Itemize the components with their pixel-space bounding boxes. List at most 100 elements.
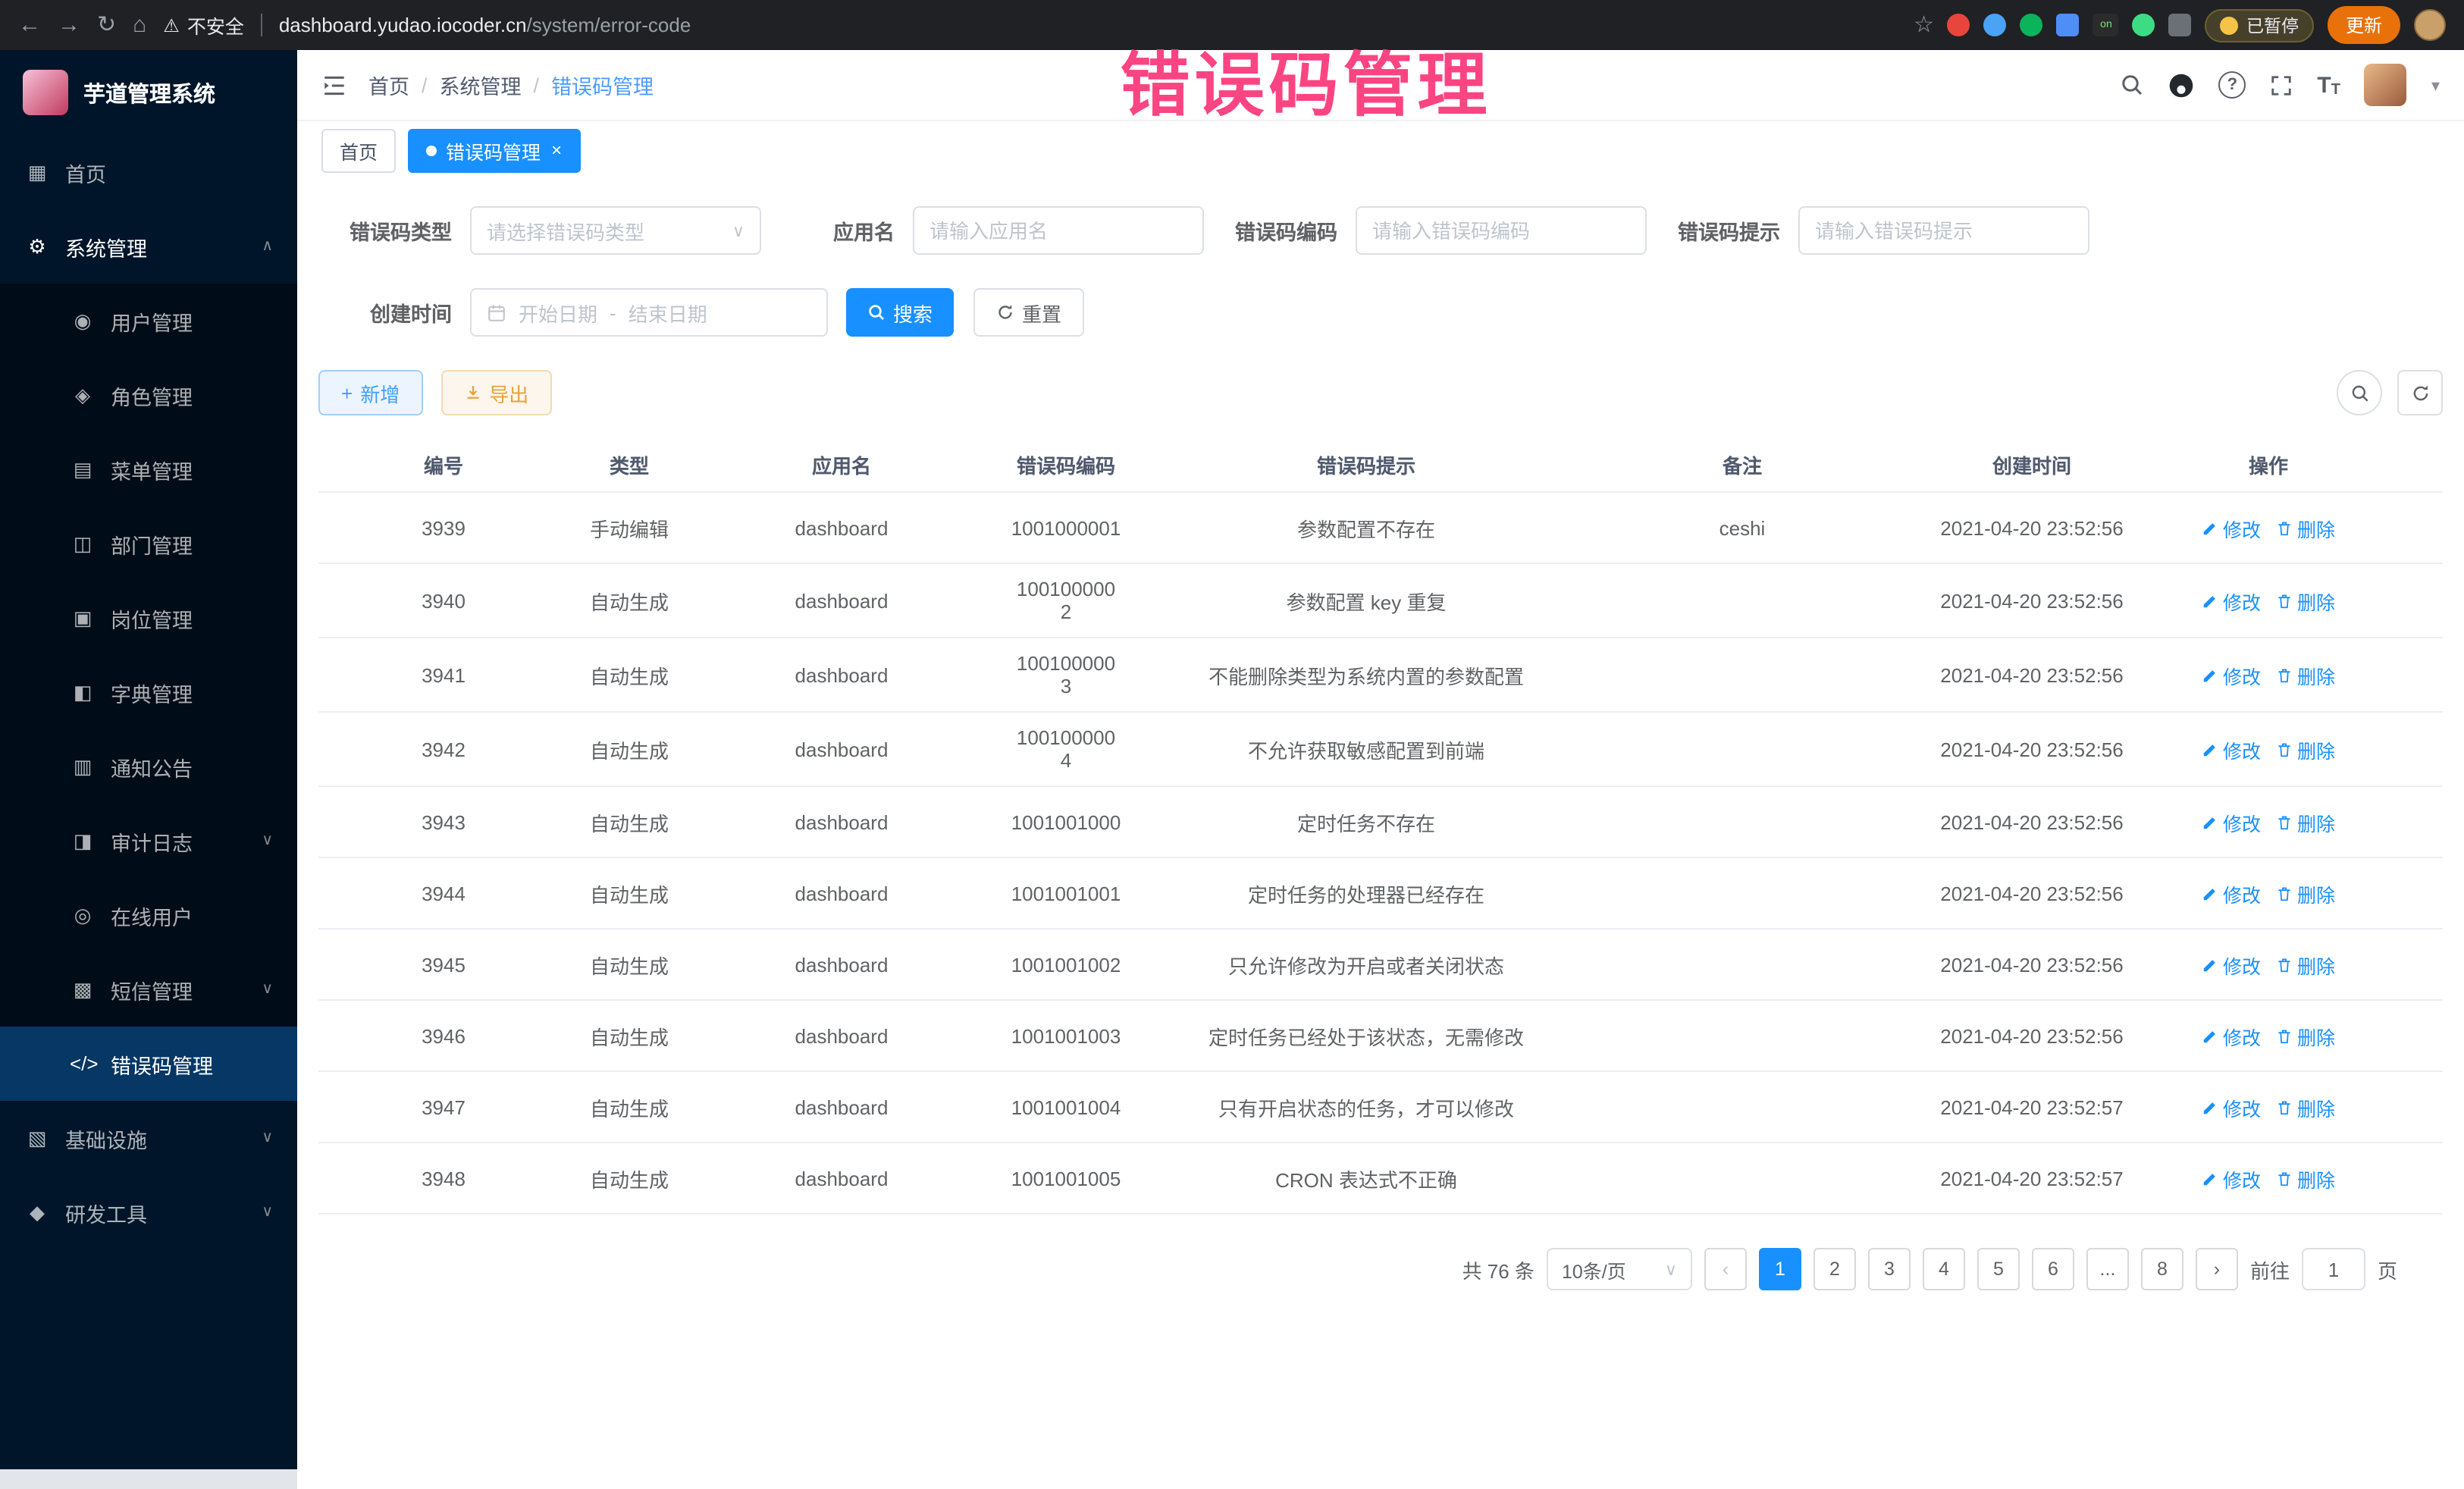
cell-time: 2021-04-20 23:52:56 — [1891, 724, 2173, 774]
table-row: 3939 手动编辑 dashboard 1001000001 参数配置不存在 c… — [318, 493, 2443, 564]
page-button[interactable]: 8 — [2141, 1248, 2183, 1290]
edit-link[interactable]: 修改 — [2202, 735, 2261, 763]
help-icon[interactable]: ? — [2218, 71, 2246, 99]
sidebar-item-posts[interactable]: ▣ 岗位管理 — [0, 581, 297, 655]
extension-icon-on[interactable]: on — [2093, 14, 2119, 36]
edit-link[interactable]: 修改 — [2202, 660, 2261, 689]
cell-id: 3943 — [318, 797, 569, 847]
sidebar-item-online-users[interactable]: ◎ 在线用户 — [0, 878, 297, 952]
refresh-icon[interactable] — [2397, 370, 2443, 415]
role-icon: ◈ — [70, 383, 96, 407]
col-actions: 操作 — [2173, 450, 2364, 478]
edit-link[interactable]: 修改 — [2202, 1092, 2261, 1121]
browser-profile-avatar[interactable] — [2414, 9, 2446, 41]
extension-icon-red[interactable] — [1948, 14, 1970, 36]
sidebar-item-home[interactable]: ▦ 首页 — [0, 135, 297, 209]
cell-type: 自动生成 — [569, 865, 690, 921]
date-range-picker[interactable]: 开始日期 - 结束日期 — [470, 288, 828, 337]
extension-icon-blue-grid[interactable] — [2057, 14, 2080, 36]
search-icon[interactable] — [2120, 73, 2144, 97]
app-logo[interactable]: 芋道管理系统 — [0, 50, 297, 135]
reset-button[interactable]: 重置 — [973, 288, 1084, 337]
extensions-puzzle-icon[interactable] — [2169, 14, 2192, 36]
prev-page-button[interactable]: ‹ — [1704, 1248, 1747, 1290]
export-button[interactable]: 导出 — [440, 370, 551, 415]
page-button[interactable]: 5 — [1977, 1248, 2020, 1290]
page-button[interactable]: 4 — [1923, 1248, 1965, 1290]
tab-error-code-management[interactable]: 错误码管理 × — [408, 128, 580, 172]
delete-link[interactable]: 删除 — [2276, 1021, 2335, 1050]
sidebar-collapse-bar[interactable] — [0, 1469, 297, 1489]
sidebar-item-notices[interactable]: ▥ 通知公告 — [0, 729, 297, 804]
bookmark-star-icon[interactable]: ☆ — [1914, 14, 1934, 36]
extension-icon-blue[interactable] — [1984, 14, 2007, 36]
breadcrumb-system[interactable]: 系统管理 — [440, 70, 522, 100]
fullscreen-icon[interactable] — [2270, 74, 2293, 96]
search-button[interactable]: 搜索 — [846, 288, 954, 337]
sidebar-item-sms[interactable]: ▩ 短信管理 ∨ — [0, 952, 297, 1027]
error-msg-input[interactable] — [1798, 206, 2089, 255]
sidebar-item-devtools[interactable]: ◆ 研发工具 ∨ — [0, 1175, 297, 1249]
delete-link[interactable]: 删除 — [2276, 950, 2335, 979]
breadcrumb-home[interactable]: 首页 — [368, 70, 409, 100]
app-name-input[interactable] — [913, 206, 1204, 255]
github-icon[interactable] — [2168, 72, 2194, 98]
sidebar-item-system[interactable]: ⚙ 系统管理 ∧ — [0, 209, 297, 284]
page-button[interactable]: 3 — [1868, 1248, 1911, 1290]
page-button[interactable]: 1 — [1759, 1248, 1801, 1290]
error-type-select[interactable]: 请选择错误码类型 ∨ — [470, 206, 761, 255]
sidebar-item-audit-logs[interactable]: ◨ 审计日志 ∨ — [0, 804, 297, 878]
delete-link[interactable]: 删除 — [2276, 660, 2335, 689]
edit-link[interactable]: 修改 — [2202, 807, 2261, 836]
sidebar-item-menus[interactable]: ▤ 菜单管理 — [0, 432, 297, 506]
delete-link[interactable]: 删除 — [2276, 513, 2335, 542]
security-indicator[interactable]: ⚠ 不安全 — [163, 11, 244, 39]
extension-icon-green[interactable] — [2133, 14, 2155, 36]
sidebar-item-departments[interactable]: ◫ 部门管理 — [0, 506, 297, 581]
page-button[interactable]: ... — [2086, 1248, 2129, 1290]
page-button[interactable]: 6 — [2032, 1248, 2074, 1290]
paused-badge[interactable]: 已暂停 — [2205, 8, 2314, 42]
cell-actions: 修改 删除 — [2173, 936, 2364, 992]
next-page-button[interactable]: › — [2196, 1248, 2238, 1290]
chevron-down-icon[interactable]: ▾ — [2431, 75, 2440, 95]
error-code-input[interactable] — [1356, 206, 1647, 255]
warning-icon: ⚠ — [163, 14, 180, 36]
sidebar-item-error-codes[interactable]: </> 错误码管理 — [0, 1027, 297, 1101]
delete-link[interactable]: 删除 — [2276, 735, 2335, 763]
delete-link[interactable]: 删除 — [2276, 586, 2335, 615]
delete-link[interactable]: 删除 — [2276, 879, 2335, 908]
delete-link[interactable]: 删除 — [2276, 807, 2335, 836]
extension-icon-green-check[interactable] — [2020, 14, 2043, 36]
edit-link[interactable]: 修改 — [2202, 950, 2261, 979]
sidebar-item-users[interactable]: ◉ 用户管理 — [0, 284, 297, 358]
edit-link[interactable]: 修改 — [2202, 1164, 2261, 1193]
goto-page-input[interactable] — [2302, 1248, 2365, 1290]
tab-home[interactable]: 首页 — [321, 128, 396, 172]
sidebar-item-infrastructure[interactable]: ▧ 基础设施 ∨ — [0, 1101, 297, 1175]
menu-fold-icon[interactable] — [321, 72, 347, 98]
cell-id: 3947 — [318, 1082, 569, 1132]
edit-link[interactable]: 修改 — [2202, 513, 2261, 542]
user-avatar[interactable] — [2365, 64, 2407, 106]
page-button[interactable]: 2 — [1814, 1248, 1856, 1290]
edit-link[interactable]: 修改 — [2202, 1021, 2261, 1050]
home-icon[interactable]: ⌂ — [133, 14, 146, 36]
cell-code: 1001001001 — [993, 868, 1139, 918]
browser-update-button[interactable]: 更新 — [2328, 6, 2400, 44]
reload-icon[interactable]: ↻ — [97, 14, 116, 36]
address-bar[interactable]: dashboard.yudao.iocoder.cn /system/error… — [279, 14, 691, 36]
delete-link[interactable]: 删除 — [2276, 1164, 2335, 1193]
edit-link[interactable]: 修改 — [2202, 586, 2261, 615]
page-size-select[interactable]: 10条/页 ∨ — [1547, 1248, 1692, 1290]
sidebar-item-roles[interactable]: ◈ 角色管理 — [0, 358, 297, 432]
delete-link[interactable]: 删除 — [2276, 1092, 2335, 1121]
back-icon[interactable]: ← — [18, 14, 41, 36]
sidebar-item-dictionaries[interactable]: ◧ 字典管理 — [0, 655, 297, 729]
toggle-search-icon[interactable] — [2337, 370, 2382, 415]
tab-close-icon[interactable]: × — [551, 139, 562, 161]
font-size-icon[interactable]: TT — [2317, 72, 2340, 98]
add-button[interactable]: + 新增 — [318, 370, 422, 415]
edit-link[interactable]: 修改 — [2202, 879, 2261, 908]
forward-icon[interactable]: → — [58, 14, 80, 36]
